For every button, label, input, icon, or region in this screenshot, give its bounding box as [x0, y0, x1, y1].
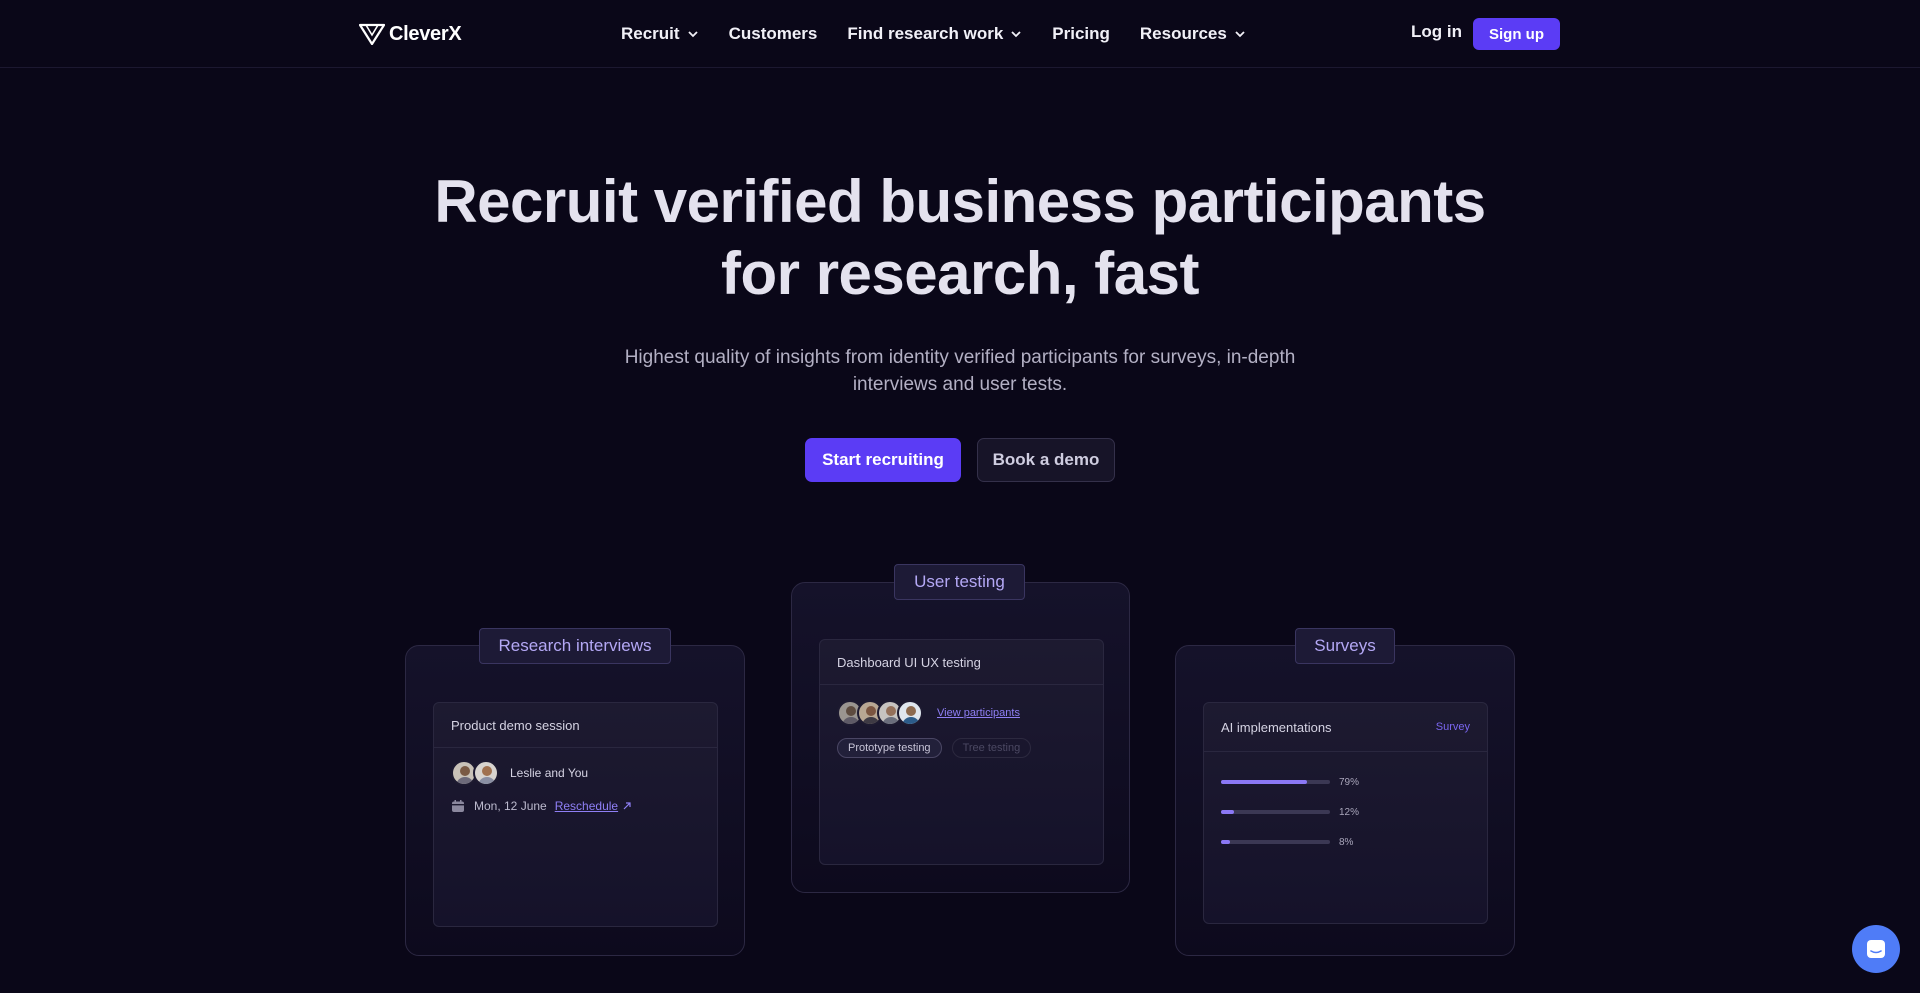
signup-button[interactable]: Sign up — [1473, 18, 1560, 50]
headline-line-2: for research, fast — [721, 240, 1199, 307]
menu-item-label: Customers — [728, 24, 818, 43]
surveys-tag: Surveys — [1295, 628, 1395, 664]
testing-title: Dashboard UI UX testing — [820, 640, 1103, 685]
survey-header: AI implementations Survey — [1204, 703, 1487, 752]
headline-line-1: Recruit verified business participants — [434, 168, 1486, 235]
test-type-pills: Prototype testing Tree testing — [820, 726, 1103, 758]
session-date: Mon, 12 June — [474, 799, 547, 813]
menu-item-resources[interactable]: Resources — [1140, 24, 1246, 44]
session-title: Product demo session — [434, 703, 717, 748]
view-participants-link[interactable]: View participants — [937, 707, 1020, 719]
date-row: Mon, 12 June Reschedule — [434, 786, 717, 813]
result-value: 12% — [1339, 806, 1360, 818]
menu-item-label: Find research work — [847, 24, 1004, 43]
survey-title: AI implementations — [1221, 719, 1332, 735]
menu-item-customers[interactable]: Customers — [729, 24, 818, 44]
hero-headline: Recruit verified business participants f… — [360, 166, 1560, 310]
login-link[interactable]: Log in — [1411, 22, 1462, 42]
chevron-down-icon — [1235, 31, 1245, 38]
participants-row: Leslie and You — [434, 748, 717, 786]
menu-item-recruit[interactable]: Recruit — [621, 24, 699, 44]
menu-item-label: Resources — [1139, 24, 1227, 43]
surveys-card: AI implementations Survey 79% 12% 8% — [1175, 645, 1515, 956]
result-row: 8% — [1221, 827, 1470, 857]
result-bar-fill — [1221, 780, 1308, 784]
reschedule-link[interactable]: Reschedule — [555, 799, 618, 813]
result-value: 8% — [1339, 836, 1354, 848]
tree-testing-pill[interactable]: Tree testing — [951, 738, 1032, 758]
result-bar-track — [1221, 840, 1330, 844]
avatar — [897, 700, 923, 726]
testing-session-card: Dashboard UI UX testing View participant… — [819, 639, 1104, 865]
logo-text: CleverX — [389, 22, 462, 45]
research-interviews-card: Product demo session Leslie and You Mon,… — [405, 645, 745, 956]
chat-button[interactable] — [1852, 925, 1900, 973]
menu-item-pricing[interactable]: Pricing — [1052, 24, 1110, 44]
result-row: 79% — [1221, 767, 1470, 797]
result-bar-fill — [1221, 840, 1230, 844]
interview-session-card: Product demo session Leslie and You Mon,… — [433, 702, 718, 927]
logo[interactable]: CleverX — [359, 20, 462, 48]
result-bar-fill — [1221, 810, 1235, 814]
main-menu: Recruit Customers Find research work Pri… — [621, 20, 1246, 48]
survey-results-card: AI implementations Survey 79% 12% 8% — [1203, 702, 1488, 924]
start-recruiting-button[interactable]: Start recruiting — [805, 438, 961, 482]
result-row: 12% — [1221, 797, 1470, 827]
avatar — [473, 760, 499, 786]
participants-row: View participants — [820, 685, 1103, 726]
cleverx-logo-icon — [359, 23, 385, 45]
participants-label: Leslie and You — [510, 766, 589, 780]
chevron-down-icon — [1011, 31, 1021, 38]
menu-item-label: Pricing — [1052, 24, 1110, 43]
survey-results: 79% 12% 8% — [1204, 752, 1487, 857]
survey-badge: Survey — [1435, 721, 1470, 733]
external-link-icon — [623, 802, 631, 810]
result-bar-track — [1221, 810, 1330, 814]
chat-icon — [1867, 940, 1885, 958]
chevron-down-icon — [687, 31, 698, 38]
result-bar-track — [1221, 780, 1330, 784]
user-testing-card: Dashboard UI UX testing View participant… — [791, 582, 1130, 893]
book-demo-button[interactable]: Book a demo — [977, 438, 1115, 482]
prototype-testing-pill[interactable]: Prototype testing — [837, 738, 942, 758]
calendar-icon — [452, 800, 464, 812]
menu-item-label: Recruit — [621, 24, 680, 43]
top-navigation: CleverX Recruit Customers Find research … — [0, 0, 1920, 68]
user-testing-tag: User testing — [894, 564, 1025, 600]
result-value: 79% — [1339, 776, 1360, 788]
hero-subtitle: Highest quality of insights from identit… — [624, 347, 1296, 395]
menu-item-find-research-work[interactable]: Find research work — [847, 24, 1022, 44]
research-interviews-tag: Research interviews — [479, 628, 671, 664]
